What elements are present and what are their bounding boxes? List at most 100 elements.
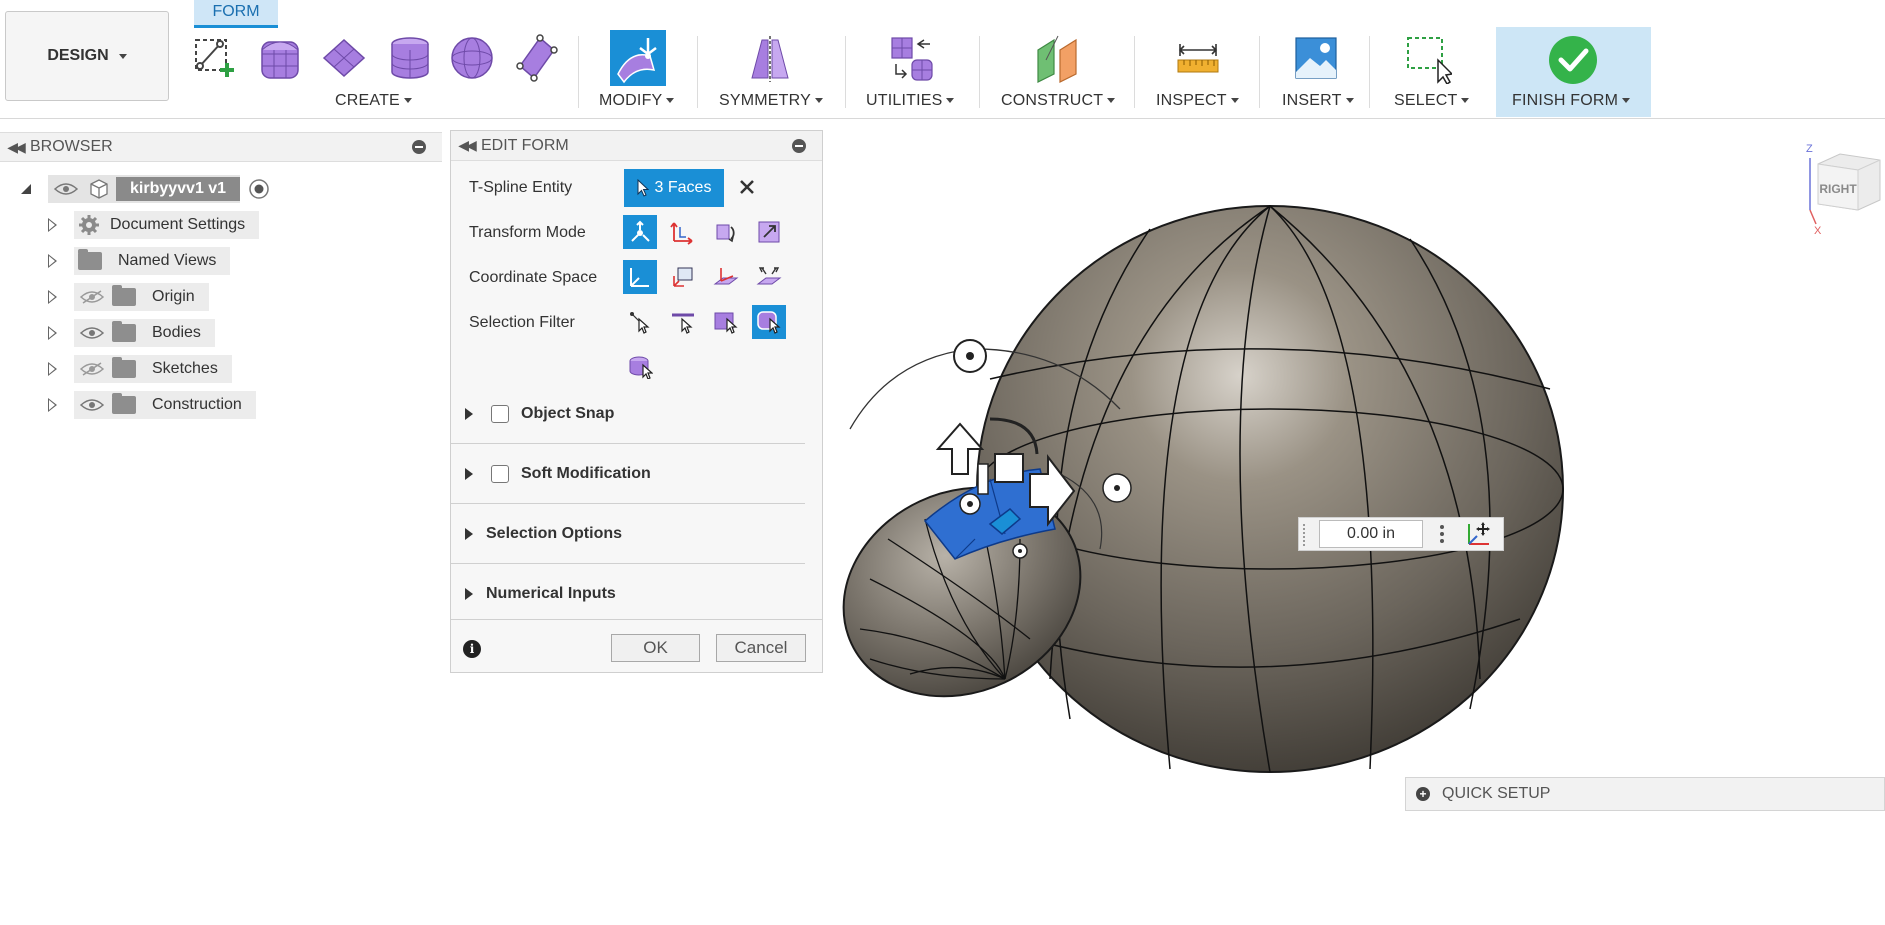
tree-item-origin[interactable]: Origin (48, 283, 209, 311)
tab-form[interactable]: FORM (194, 0, 278, 28)
section-object-snap[interactable]: Object Snap (451, 384, 805, 444)
filter-vertex-icon[interactable] (623, 305, 657, 339)
browser-title: BROWSER (30, 138, 113, 155)
finish-form-menu[interactable]: FINISH FORM (1512, 92, 1631, 110)
section-label: Soft Modification (521, 464, 651, 482)
chevron-down-icon (1230, 98, 1239, 104)
inspect-menu[interactable]: INSPECT (1156, 92, 1239, 110)
workspace-switcher-button[interactable]: DESIGN (5, 11, 169, 101)
transform-rotate-icon[interactable] (709, 215, 743, 249)
tree-pill: Sketches (74, 355, 232, 383)
inspect-measure-icon[interactable] (1174, 32, 1222, 84)
tree-item-bodies[interactable]: Bodies (48, 319, 215, 347)
create-box-icon[interactable] (256, 32, 304, 84)
drag-handle-icon[interactable] (1303, 524, 1307, 546)
eye-icon[interactable] (80, 398, 104, 412)
construct-menu[interactable]: CONSTRUCT (1001, 92, 1116, 110)
toolbar-divider (979, 36, 980, 108)
select-window-icon[interactable] (1404, 32, 1454, 86)
modify-menu[interactable]: MODIFY (599, 92, 675, 110)
selection-count: 3 Faces (654, 179, 712, 196)
minimize-icon[interactable] (412, 140, 426, 154)
tree-item-construction[interactable]: Construction (48, 391, 256, 419)
soft-modification-checkbox[interactable] (491, 464, 509, 483)
eye-hidden-icon[interactable] (80, 290, 104, 304)
section-selection-options[interactable]: Selection Options (451, 504, 805, 564)
expand-plus-icon: + (1416, 787, 1430, 801)
expand-triangle-icon[interactable] (48, 254, 57, 268)
expand-triangle-icon[interactable] (48, 290, 57, 304)
edit-form-header: ◀◀ EDIT FORM (451, 131, 822, 161)
eye-icon[interactable] (80, 326, 104, 340)
tree-item-document-settings[interactable]: Document Settings (48, 211, 260, 239)
eye-hidden-icon[interactable] (80, 362, 104, 376)
quick-setup-bar[interactable]: + QUICK SETUP (1405, 777, 1885, 811)
section-numerical-inputs[interactable]: Numerical Inputs (451, 564, 805, 624)
tree-pill: Origin (74, 283, 209, 311)
viewcube-face-label[interactable]: RIGHT (1819, 182, 1857, 196)
tree-pill: Construction (74, 391, 256, 419)
construct-icon[interactable] (1034, 32, 1082, 84)
folder-icon (112, 321, 136, 342)
finish-form-button[interactable]: FINISH FORM (1496, 27, 1651, 117)
modify-edit-form-icon[interactable] (610, 30, 666, 86)
tspline-entity-selection[interactable]: 3 Faces (624, 169, 724, 207)
tspline-entity-label: T-Spline Entity (469, 179, 573, 196)
create-plane-icon[interactable] (320, 32, 368, 84)
activate-radio-icon[interactable] (248, 178, 270, 200)
coord-per-face-icon[interactable] (752, 260, 786, 294)
create-sketch-icon[interactable] (190, 32, 238, 84)
create-cylinder-icon[interactable] (386, 32, 434, 84)
minimize-icon[interactable] (792, 138, 806, 153)
transform-translate-icon[interactable] (666, 215, 700, 249)
tree-root-row[interactable]: kirbyyvv1 v1 (20, 175, 270, 203)
tree-item-named-views[interactable]: Named Views (48, 247, 231, 275)
section-soft-modification[interactable]: Soft Modification (451, 444, 805, 504)
more-options-icon[interactable] (1439, 524, 1445, 544)
transform-scale-icon[interactable] (752, 215, 786, 249)
tree-pill: Bodies (74, 319, 215, 347)
coordinate-triad-icon[interactable] (1465, 520, 1493, 548)
filter-face-icon[interactable] (709, 305, 743, 339)
collapse-triangle-icon[interactable] (20, 183, 32, 195)
expand-triangle-icon[interactable] (48, 218, 57, 232)
create-menu[interactable]: CREATE (335, 92, 412, 110)
create-quadball-icon[interactable] (512, 32, 560, 84)
symmetry-menu[interactable]: SYMMETRY (719, 92, 823, 110)
collapse-panel-icon[interactable]: ◀◀ (451, 137, 481, 154)
expand-triangle-icon[interactable] (48, 326, 57, 340)
object-snap-checkbox[interactable] (491, 404, 509, 423)
ok-button[interactable]: OK (611, 634, 700, 662)
component-icon (90, 179, 108, 199)
expand-triangle-icon[interactable] (48, 398, 57, 412)
chevron-down-icon (946, 98, 955, 104)
filter-edge-icon[interactable] (666, 305, 700, 339)
toolbar: DESIGN FORM CREATE MODIFY SYMMETRY UTILI… (0, 0, 1885, 119)
view-cube[interactable]: RIGHT Z X (1800, 138, 1885, 238)
folder-icon (112, 357, 136, 378)
info-icon[interactable]: i (463, 640, 481, 658)
utilities-menu[interactable]: UTILITIES (866, 92, 955, 110)
filter-body-icon[interactable] (752, 305, 786, 339)
collapse-panel-icon[interactable]: ◀◀ (0, 139, 30, 156)
insert-menu[interactable]: INSERT (1282, 92, 1354, 110)
tree-root-label[interactable]: kirbyyvv1 v1 (116, 177, 241, 201)
symmetry-icon[interactable] (746, 32, 794, 84)
insert-image-icon[interactable] (1292, 32, 1340, 84)
cancel-button[interactable]: Cancel (716, 634, 806, 662)
clear-selection-icon[interactable] (737, 177, 757, 197)
tree-item-sketches[interactable]: Sketches (48, 355, 232, 383)
create-sphere-icon[interactable] (448, 32, 496, 84)
transform-multi-icon[interactable] (623, 215, 657, 249)
filter-solid-body-icon[interactable] (623, 349, 657, 383)
coord-world-space-icon[interactable] (666, 260, 700, 294)
section-label: Numerical Inputs (486, 585, 616, 602)
select-menu[interactable]: SELECT (1394, 92, 1470, 110)
expand-triangle-icon[interactable] (48, 362, 57, 376)
eye-icon[interactable] (54, 182, 78, 196)
coord-local-space-icon[interactable] (709, 260, 743, 294)
edit-form-title: EDIT FORM (481, 136, 569, 154)
coord-view-space-icon[interactable] (623, 260, 657, 294)
distance-input[interactable] (1319, 520, 1423, 548)
utilities-icon[interactable] (888, 32, 936, 84)
